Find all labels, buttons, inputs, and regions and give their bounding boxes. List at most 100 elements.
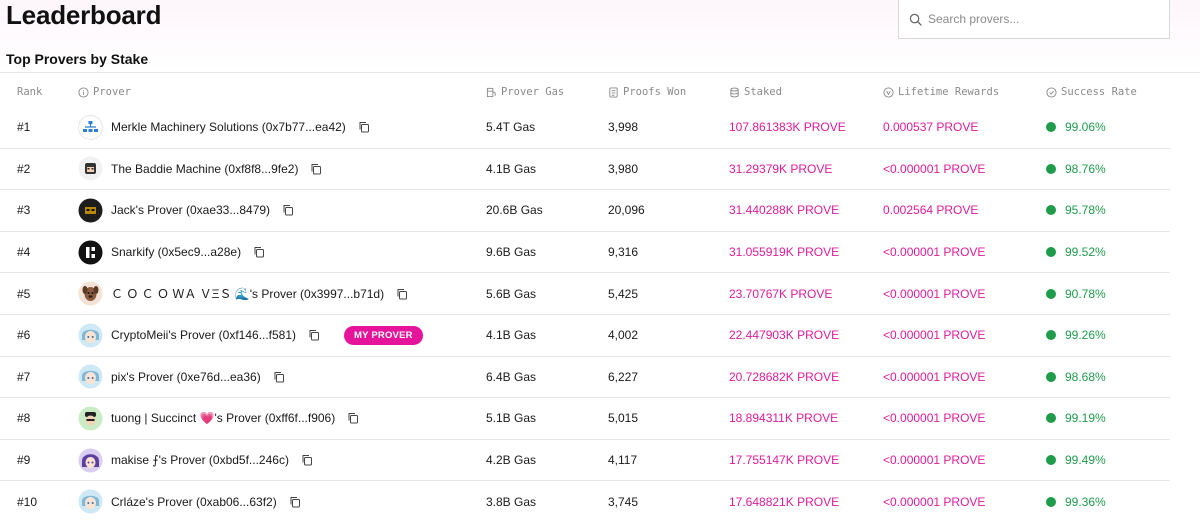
gas-cell: 4.1B Gas — [486, 161, 537, 176]
table-row[interactable]: #7 pix's Prover (0xe76d...ea36) 6.4B Gas 6,… — [0, 357, 1170, 399]
prover-cell: Ｃ Ｏ Ｃ Ｏ ＷＡ ＶΞＳ 🌊's Prover (0x3997...b71d… — [78, 273, 408, 314]
proofs-cell: 3,980 — [608, 161, 639, 176]
success-rate-cell: 99.26% — [1046, 315, 1106, 356]
reward-icon — [883, 86, 894, 98]
staked-cell: 23.70767K PROVE — [729, 286, 833, 301]
copy-icon[interactable] — [253, 246, 265, 258]
proofs-cell: 20,096 — [608, 203, 645, 218]
rank-cell: #5 — [17, 286, 31, 301]
success-rate-value: 99.26% — [1065, 328, 1106, 343]
success-rate-cell: 99.49% — [1046, 440, 1106, 481]
column-label: Success Rate — [1061, 86, 1137, 98]
copy-icon[interactable] — [282, 204, 294, 216]
prover-cell: Crláze's Prover (0xab06...63f2) — [78, 481, 301, 520]
copy-icon[interactable] — [289, 496, 301, 508]
success-rate-cell: 99.36% — [1046, 481, 1106, 520]
rank-cell: #7 — [17, 369, 31, 384]
success-rate-cell: 99.19% — [1046, 398, 1106, 439]
copy-icon[interactable] — [310, 163, 322, 175]
column-header-rate[interactable]: Success Rate — [1046, 86, 1137, 98]
table-row[interactable]: #8 tuong | Succinct 💗's Prover (0xff6f...… — [0, 398, 1170, 440]
prover-name-link[interactable]: tuong | Succinct 💗's Prover (0xff6f...f9… — [111, 411, 335, 425]
proofs-cell: 3,998 — [608, 120, 639, 135]
success-rate-cell: 98.76% — [1046, 149, 1106, 190]
gas-cell: 20.6B Gas — [486, 203, 543, 218]
prover-name-link[interactable]: makise ⨍'s Prover (0xbd5f...246c) — [111, 453, 289, 467]
search-box[interactable] — [898, 0, 1170, 39]
column-header-rewards[interactable]: Lifetime Rewards — [883, 86, 999, 98]
prover-cell: pix's Prover (0xe76d...ea36) — [78, 357, 285, 398]
prover-name-link[interactable]: CryptoMeii's Prover (0xf146...f581) — [111, 328, 296, 342]
prover-cell: makise ⨍'s Prover (0xbd5f...246c) — [78, 440, 313, 481]
staked-cell: 31.440288K PROVE — [729, 203, 840, 218]
prover-name-link[interactable]: Snarkify (0x5ec9...a28e) — [111, 245, 241, 259]
prover-name-link[interactable]: Merkle Machinery Solutions (0x7b77...ea4… — [111, 120, 346, 134]
staked-cell: 17.755147K PROVE — [729, 453, 840, 468]
column-header-proofs[interactable]: Proofs Won — [608, 86, 686, 98]
proofs-cell: 6,227 — [608, 369, 639, 384]
table-row[interactable]: #3 Jack's Prover (0xae33...8479) 20.6B Gas… — [0, 190, 1170, 232]
column-label: Prover — [93, 86, 131, 98]
table-row[interactable]: #9 makise ⨍'s Prover (0xbd5f...246c) 4.2B … — [0, 440, 1170, 482]
column-label: Rank — [17, 86, 43, 98]
copy-icon[interactable] — [358, 121, 370, 133]
success-rate-value: 90.78% — [1065, 286, 1106, 301]
info-icon — [78, 86, 89, 98]
table-row[interactable]: #6 CryptoMeii's Prover (0xf146...f581) MY … — [0, 315, 1170, 357]
table-row[interactable]: #2 The Baddie Machine (0xf8f8...9fe2) 4.1B… — [0, 149, 1170, 191]
status-dot-icon — [1046, 455, 1056, 466]
prover-cell: tuong | Succinct 💗's Prover (0xff6f...f9… — [78, 398, 359, 439]
rank-cell: #10 — [17, 494, 38, 509]
table-row[interactable]: #4 Snarkify (0x5ec9...a28e) 9.6B Gas 9,316 3… — [0, 232, 1170, 274]
success-rate-value: 95.78% — [1065, 203, 1106, 218]
rank-cell: #3 — [17, 203, 31, 218]
success-rate-value: 99.49% — [1065, 453, 1106, 468]
success-rate-cell: 99.06% — [1046, 107, 1106, 148]
character-avatar-icon — [78, 156, 103, 181]
column-header-staked[interactable]: Staked — [729, 86, 782, 98]
staked-cell: 20.728682K PROVE — [729, 369, 840, 384]
rank-cell: #1 — [17, 120, 31, 135]
prover-name-link[interactable]: Ｃ Ｏ Ｃ Ｏ ＷＡ ＶΞＳ 🌊's Prover (0x3997...b71d… — [111, 285, 384, 302]
table-row[interactable]: #10 Crláze's Prover (0xab06...63f2) 3.8B G… — [0, 481, 1170, 520]
prover-name-link[interactable]: The Baddie Machine (0xf8f8...9fe2) — [111, 162, 298, 176]
gas-cell: 4.1B Gas — [486, 328, 537, 343]
check-circle-icon — [1046, 86, 1057, 98]
copy-icon[interactable] — [347, 412, 359, 424]
rewards-cell: <0.000001 PROVE — [883, 245, 986, 260]
copy-icon[interactable] — [301, 454, 313, 466]
success-rate-value: 99.36% — [1065, 494, 1106, 509]
prover-name-link[interactable]: Crláze's Prover (0xab06...63f2) — [111, 495, 277, 509]
prover-cell: The Baddie Machine (0xf8f8...9fe2) — [78, 149, 322, 190]
rank-cell: #6 — [17, 328, 31, 343]
gas-pump-icon — [486, 87, 496, 97]
column-header-rank[interactable]: Rank — [17, 86, 42, 98]
rewards-cell: 0.000537 PROVE — [883, 120, 979, 135]
rewards-cell: 0.002564 PROVE — [883, 203, 979, 218]
copy-icon[interactable] — [273, 371, 285, 383]
rewards-cell: <0.000001 PROVE — [883, 369, 986, 384]
column-header-prover[interactable]: Prover — [78, 86, 131, 98]
rank-cell: #9 — [17, 453, 31, 468]
prover-cell: Merkle Machinery Solutions (0x7b77...ea4… — [78, 107, 370, 148]
copy-icon[interactable] — [308, 329, 320, 341]
green-character-avatar-icon — [78, 406, 103, 431]
prover-name-link[interactable]: pix's Prover (0xe76d...ea36) — [111, 370, 261, 384]
staked-cell: 22.447903K PROVE — [729, 328, 840, 343]
proofs-cell: 3,745 — [608, 494, 639, 509]
column-label: Prover Gas — [501, 86, 565, 98]
table-row[interactable]: #1 Merkle Machinery Solutions (0x7b77...e… — [0, 107, 1170, 149]
rewards-cell: <0.000001 PROVE — [883, 328, 986, 343]
gas-cell: 4.2B Gas — [486, 453, 537, 468]
dog-avatar-icon — [78, 281, 103, 306]
rewards-cell: <0.000001 PROVE — [883, 494, 986, 509]
proofs-cell: 5,425 — [608, 286, 639, 301]
copy-icon[interactable] — [396, 288, 408, 300]
column-header-gas[interactable]: Prover Gas — [486, 86, 564, 98]
search-input[interactable] — [928, 12, 1148, 26]
success-rate-cell: 98.68% — [1046, 357, 1106, 398]
prover-name-link[interactable]: Jack's Prover (0xae33...8479) — [111, 203, 270, 217]
anime-avatar-icon — [78, 323, 103, 348]
my-prover-badge: MY PROVER — [344, 325, 423, 345]
table-row[interactable]: #5 Ｃ Ｏ Ｃ Ｏ ＷＡ ＶΞＳ 🌊's Prover (0x3997...b7… — [0, 273, 1170, 315]
